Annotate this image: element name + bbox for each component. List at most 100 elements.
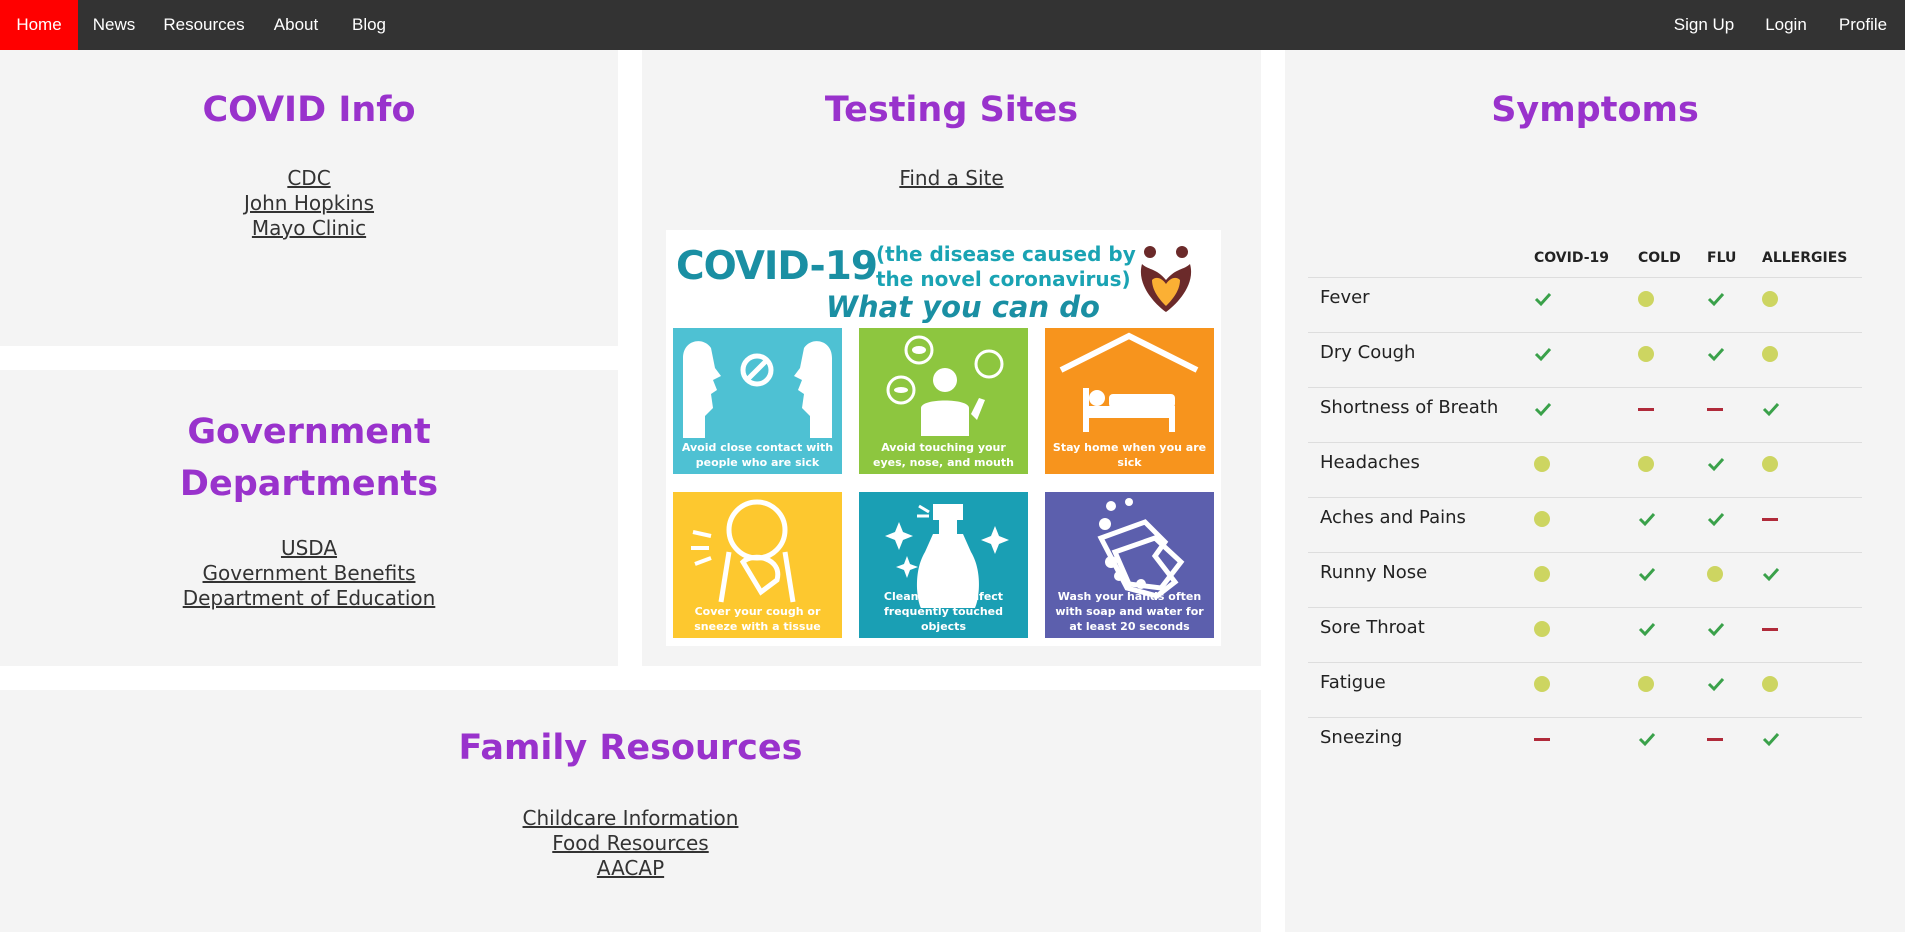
checkmark-icon [1707,292,1725,307]
dash-icon [1534,738,1550,741]
dash-icon [1707,408,1723,411]
tile-caption: Avoid touching your eyes, nose, and mout… [873,441,1014,469]
covid-what-you-can-do-poster: COVID-19 (the disease caused by the nove… [666,230,1221,646]
dot-icon [1534,676,1550,692]
dot-icon [1762,676,1778,692]
nav-resources[interactable]: Resources [150,0,258,50]
symptom-name: Sneezing [1320,727,1403,748]
dot-icon [1534,621,1550,637]
tile-clean-disinfect: Clean and disinfect frequently touched o… [859,492,1028,638]
dot-icon [1762,456,1778,472]
link-government-benefits[interactable]: Government Benefits [0,561,618,586]
dot-icon [1534,456,1550,472]
nav-login[interactable]: Login [1750,0,1822,50]
family-resources-title: Family Resources [458,728,803,768]
checkmark-icon [1638,622,1656,637]
checkmark-icon [1707,512,1725,527]
table-row: Headaches [1308,442,1862,497]
dash-icon [1638,408,1654,411]
nav-profile[interactable]: Profile [1826,0,1900,50]
link-usda[interactable]: USDA [0,536,618,561]
top-navbar: Home News Resources About Blog Sign Up L… [0,0,1905,50]
government-title-line2: Departments [179,464,439,504]
heart-people-logo-icon [1140,246,1192,312]
checkmark-icon [1762,567,1780,582]
family-resources-links: Childcare Information Food Resources AAC… [0,806,1261,881]
poster-headline: COVID-19 [676,244,878,289]
tile-caption: Stay home when you are sick [1052,441,1207,469]
poster-tagline: What you can do [826,290,1100,324]
government-title-line1: Government [187,412,431,452]
dot-icon [1707,566,1723,582]
table-row: Sore Throat [1308,607,1862,662]
symptom-name: Sore Throat [1320,617,1425,638]
dot-icon [1638,291,1654,307]
checkmark-icon [1762,732,1780,747]
symptom-name: Fatigue [1320,672,1386,693]
dash-icon [1762,628,1778,631]
table-row: Fever [1308,277,1862,332]
dot-icon [1762,346,1778,362]
link-department-of-education[interactable]: Department of Education [0,586,618,611]
dash-icon [1707,738,1723,741]
dot-icon [1638,456,1654,472]
tile-wash-hands: Wash your hands often with soap and wate… [1045,492,1214,638]
covid-info-card: COVID Info CDC John Hopkins Mayo Clinic [0,50,618,346]
tile-avoid-touching: Avoid touching your eyes, nose, and mout… [859,328,1028,474]
nav-about[interactable]: About [258,0,334,50]
dash-icon [1762,518,1778,521]
nav-home[interactable]: Home [0,0,78,50]
checkmark-icon [1707,622,1725,637]
link-aacap[interactable]: AACAP [0,856,1261,881]
table-row: Shortness of Breath [1308,387,1862,442]
checkmark-icon [1638,512,1656,527]
table-row: Aches and Pains [1308,497,1862,552]
nav-blog[interactable]: Blog [334,0,404,50]
nav-signup[interactable]: Sign Up [1660,0,1748,50]
table-row: Sneezing [1308,717,1862,772]
link-find-a-site[interactable]: Find a Site [642,166,1261,191]
col-header-covid: COVID-19 [1534,250,1610,266]
dot-icon [1534,511,1550,527]
link-childcare-information[interactable]: Childcare Information [0,806,1261,831]
dot-icon [1762,291,1778,307]
checkmark-icon [1534,402,1552,417]
table-row: Dry Cough [1308,332,1862,387]
link-mayo-clinic[interactable]: Mayo Clinic [0,216,618,241]
dot-icon [1534,566,1550,582]
checkmark-icon [1707,347,1725,362]
checkmark-icon [1707,457,1725,472]
symptom-name: Fever [1320,287,1370,308]
poster-subhead-line2: the novel coronavirus) [876,267,1131,291]
tile-caption: Avoid close contact with people who are … [681,441,834,469]
symptom-name: Dry Cough [1320,342,1416,363]
col-header-cold: COLD [1638,250,1681,266]
dot-icon [1638,676,1654,692]
government-card: Government Departments USDA Government B… [0,370,618,666]
checkmark-icon [1707,677,1725,692]
tile-cover-cough: Cover your cough or sneeze with a tissue [673,492,842,638]
dot-icon [1638,346,1654,362]
symptom-name: Shortness of Breath [1320,397,1499,418]
testing-sites-title: Testing Sites [824,90,1079,130]
symptoms-title: Symptoms [1491,90,1699,130]
table-row: Fatigue [1308,662,1862,717]
government-links: USDA Government Benefits Department of E… [0,536,618,611]
nav-news[interactable]: News [78,0,150,50]
checkmark-icon [1638,732,1656,747]
tile-caption: Wash your hands often with soap and wate… [1055,590,1204,633]
symptom-name: Aches and Pains [1320,507,1466,528]
link-cdc[interactable]: CDC [0,166,618,191]
checkmark-icon [1638,567,1656,582]
tile-avoid-contact: Avoid close contact with people who are … [673,328,842,474]
tile-caption: Cover your cough or sneeze with a tissue [694,605,821,633]
poster-subhead: (the disease caused by the novel coronav… [876,242,1136,292]
table-row: Runny Nose [1308,552,1862,607]
link-food-resources[interactable]: Food Resources [0,831,1261,856]
tile-caption: Clean and disinfect frequently touched o… [883,590,1004,633]
covid-info-links: CDC John Hopkins Mayo Clinic [0,166,618,241]
checkmark-icon [1762,402,1780,417]
checkmark-icon [1534,292,1552,307]
link-john-hopkins[interactable]: John Hopkins [0,191,618,216]
testing-sites-links: Find a Site [642,166,1261,191]
